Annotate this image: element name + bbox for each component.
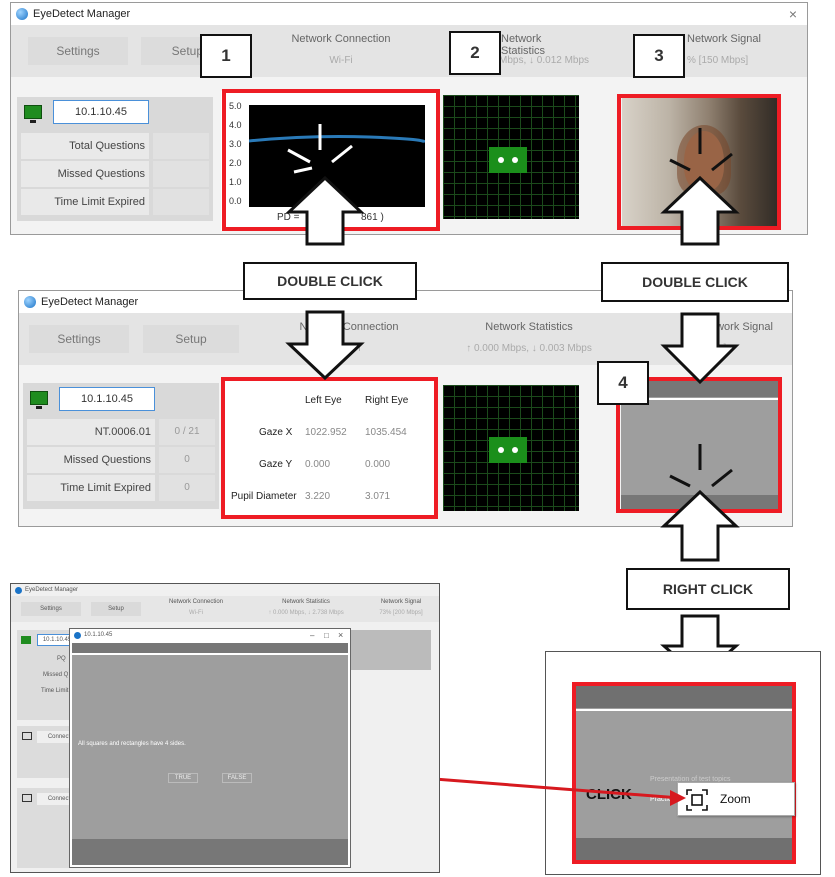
mini-network-statistics-value: ↑ 0.000 Mbps, ↓ 2.738 Mbps (268, 610, 344, 616)
mini-network-statistics: Network Statistics (282, 599, 330, 605)
mini-network-connection-value: Wi-Fi (189, 610, 203, 616)
mini-app-logo-icon (15, 587, 22, 594)
network-statistics-label: Network Statistics (501, 33, 546, 57)
time-limit-expired-label: Time Limit Expired (27, 475, 155, 501)
time-limit-expired-label: Time Limit Expired (21, 189, 149, 215)
app-logo-icon (24, 296, 36, 308)
missed-questions-label: Missed Questions (27, 447, 155, 473)
face-position-marker (489, 437, 527, 463)
up-arrow-2 (660, 175, 740, 246)
callout-2: 2 (449, 31, 501, 75)
window-title: EyeDetect Manager (33, 8, 131, 20)
mini-title: EyeDetect Manager (25, 587, 79, 593)
zoomed-window-screenshot: EyeDetect Manager Settings Setup Network… (10, 583, 440, 873)
down-arrow-2 (660, 312, 740, 385)
click-burst-3 (669, 444, 733, 488)
highlight-eye-table (221, 377, 438, 519)
right-eye-dot (512, 157, 518, 163)
missed-questions-value (153, 161, 209, 187)
app-logo-icon (16, 8, 28, 20)
up-arrow-1 (285, 175, 365, 246)
gaze-grid[interactable] (443, 385, 579, 511)
popup-false-button[interactable]: FALSE (222, 773, 252, 783)
mini-monitor-outline-icon (22, 794, 32, 802)
double-click-label-1: DOUBLE CLICK (243, 262, 417, 300)
zoom-popup-window: 10.1.10.45 – □ × All squares and rectang… (69, 628, 351, 868)
network-statistics-value: Mbps, ↓ 0.012 Mbps (499, 55, 590, 66)
monitor-icon (30, 391, 48, 409)
monitor-icon (24, 105, 42, 123)
callout-1: 1 (200, 34, 252, 78)
mini-monitor-icon (21, 636, 31, 644)
mini-network-signal: Network Signal (380, 599, 422, 605)
popup-bottom-band (72, 839, 348, 865)
up-arrow-3 (660, 489, 740, 562)
click-burst-1 (287, 124, 353, 174)
mini-pq-label: PQ (57, 656, 66, 662)
right-click-label: RIGHT CLICK (626, 568, 790, 610)
network-statistics-value: ↑ 0.000 Mbps, ↓ 0.003 Mbps (466, 343, 592, 354)
setup-button[interactable]: Setup (143, 325, 239, 353)
time-limit-expired-value (153, 189, 209, 215)
popup-question-text: All squares and rectangles have 4 sides. (78, 741, 186, 747)
mini-setup-button[interactable]: Setup (91, 602, 141, 616)
right-eye-dot (512, 447, 518, 453)
time-limit-expired-value: 0 (159, 475, 215, 501)
mini-toolbar: Settings Setup Network Connection Wi-Fi … (11, 596, 439, 622)
mini-time-limit-label: Time Limit (41, 688, 69, 694)
missed-questions-value: 0 (159, 447, 215, 473)
station-panel: 10.1.10.45 NT.0006.01 0 / 21 Missed Ques… (23, 383, 219, 509)
zoom-popup-title: 10.1.10.45 (84, 632, 113, 638)
settings-button[interactable]: Settings (29, 325, 129, 353)
network-signal-value: % [150 Mbps] (687, 55, 749, 66)
total-questions-value (153, 133, 209, 159)
zoom-popup-content: All squares and rectangles have 4 sides.… (72, 643, 348, 865)
minimize-icon[interactable]: – (310, 631, 314, 640)
test-id-label: NT.0006.01 (27, 419, 155, 445)
callout-4: 4 (597, 361, 649, 405)
mini-network-signal-value: 73% [200 Mbps] (379, 610, 423, 616)
window-title: EyeDetect Manager (41, 296, 139, 308)
click-burst-2 (669, 128, 733, 172)
callout-3: 3 (633, 34, 685, 78)
ip-address-field[interactable]: 10.1.10.45 (59, 387, 155, 411)
station-panel: 10.1.10.45 Total Questions Missed Questi… (17, 97, 213, 221)
mini-network-connection: Network Connection (168, 599, 224, 605)
zoom-menu-item[interactable]: Zoom (720, 792, 751, 806)
ip-address-field[interactable]: 10.1.10.45 (53, 100, 149, 124)
network-statistics-label: Network Statistics (485, 321, 573, 333)
mini-monitor-outline-icon (22, 732, 32, 740)
network-connection-value: Wi-Fi (329, 55, 353, 66)
settings-button[interactable]: Settings (28, 37, 128, 65)
popup-line (72, 653, 348, 655)
mini-missed-label: Missed Q (43, 672, 69, 678)
left-eye-dot (498, 447, 504, 453)
left-eye-dot (498, 157, 504, 163)
gaze-grid[interactable] (443, 95, 579, 219)
popup-true-button[interactable]: TRUE (168, 773, 198, 783)
maximize-icon[interactable]: □ (324, 631, 329, 640)
title-bar: EyeDetect Manager × (11, 3, 807, 25)
test-id-value: 0 / 21 (159, 419, 215, 445)
zoom-popup-logo-icon (74, 632, 81, 639)
close-icon[interactable]: × (338, 630, 343, 640)
context-menu: Zoom (677, 782, 795, 816)
network-signal-label: Network Signal (687, 33, 761, 45)
missed-questions-label: Missed Questions (21, 161, 149, 187)
double-click-label-2: DOUBLE CLICK (601, 262, 789, 302)
network-connection-label: Network Connection (291, 33, 391, 45)
mini-background-screen (351, 630, 431, 670)
down-arrow-1 (285, 310, 365, 381)
close-icon[interactable]: × (789, 3, 797, 25)
toolbar: Settings Setup Network Connection Wi-Fi … (11, 25, 807, 77)
mini-settings-button[interactable]: Settings (21, 602, 81, 616)
face-position-marker (489, 147, 527, 173)
total-questions-label: Total Questions (21, 133, 149, 159)
popup-top-band (72, 643, 348, 653)
